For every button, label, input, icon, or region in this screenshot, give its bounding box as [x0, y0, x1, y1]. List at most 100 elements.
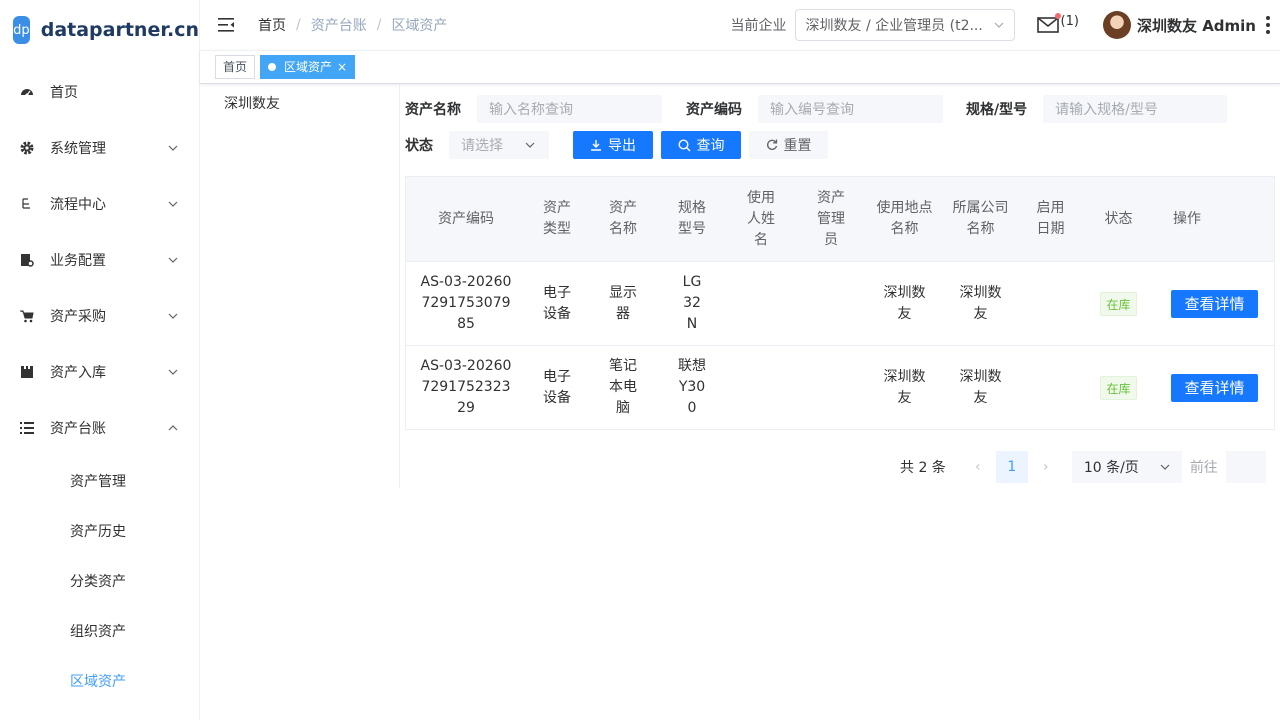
- asset-code-input[interactable]: 输入编号查询: [758, 95, 943, 123]
- chevron-down-icon: [167, 198, 179, 210]
- spec-input[interactable]: 请输入规格/型号: [1043, 95, 1228, 123]
- cell-company: 深圳数友: [959, 284, 1002, 322]
- tags-view: 首页 区域资产 ×: [200, 50, 1280, 84]
- tag-label: 区域资产: [284, 60, 333, 74]
- flow-icon: [20, 197, 34, 211]
- tag-home[interactable]: 首页: [215, 55, 256, 79]
- sidebar-item-label: 资产入库: [50, 365, 106, 381]
- cell-date: [1018, 346, 1083, 429]
- reset-label: 重置: [783, 138, 812, 154]
- user-menu[interactable]: 深圳数友 Admin: [1102, 11, 1256, 39]
- breadcrumb-home[interactable]: 首页: [258, 15, 286, 35]
- export-label: 导出: [608, 138, 636, 154]
- table-row: AS-03-20260729175307985 电子设备 显示器 LG 32N …: [406, 262, 1274, 346]
- sidebar-item-flow[interactable]: 流程中心: [0, 176, 199, 232]
- cell-name: 显示器: [609, 284, 637, 322]
- cell-user: [726, 262, 796, 345]
- active-dot-icon: [268, 63, 277, 71]
- chevron-down-icon: [167, 366, 179, 378]
- col-header: 所属公司名称: [952, 200, 1009, 237]
- col-header: 启用日期: [1036, 200, 1065, 237]
- mail-button[interactable]: (1): [1036, 13, 1079, 33]
- asset-code-label: 资产编码: [686, 102, 742, 118]
- breadcrumb: 首页 / 资产台账 / 区域资产: [258, 15, 447, 35]
- status-badge: 在库: [1100, 291, 1137, 316]
- config-icon: [20, 253, 34, 267]
- gear-icon: [20, 141, 34, 155]
- cell-admin: [796, 262, 866, 345]
- cell-code: AS-03-20260729175232329: [420, 358, 512, 416]
- list-icon: [20, 421, 34, 435]
- chevron-up-icon: [167, 422, 179, 434]
- goto-page-input[interactable]: [1225, 451, 1266, 483]
- sidebar-item-label: 系统管理: [50, 141, 106, 157]
- cell-spec: 联想Y300: [678, 358, 706, 416]
- cell-location: 深圳数友: [883, 284, 926, 322]
- asset-name-label: 资产名称: [405, 102, 461, 118]
- sidebar-item-home[interactable]: 首页: [0, 64, 199, 120]
- search-button[interactable]: 查询: [661, 131, 741, 159]
- col-header: 状态: [1104, 210, 1133, 227]
- close-icon[interactable]: ×: [337, 56, 347, 78]
- breadcrumb-current: 区域资产: [391, 18, 448, 34]
- cell-action: 查看详情: [1154, 346, 1266, 429]
- chevron-down-icon: [994, 22, 1003, 28]
- logo[interactable]: dp datapartner.cn: [0, 0, 199, 60]
- sidebar-item-label: 流程中心: [50, 197, 106, 213]
- cart-icon: [20, 309, 34, 323]
- sidebar-subitem-org-assets[interactable]: 组织资产: [0, 606, 199, 656]
- top-header: 首页 / 资产台账 / 区域资产 当前企业 深圳数友 / 企业管理员 (t2..…: [200, 0, 1280, 50]
- page-size-select[interactable]: 10 条/页: [1071, 451, 1182, 483]
- more-vertical-icon[interactable]: [1266, 16, 1270, 34]
- sidebar-item-inbound[interactable]: 资产入库: [0, 344, 199, 400]
- logo-text: datapartner.cn: [40, 19, 199, 41]
- mail-icon: [1036, 17, 1059, 33]
- cell-date: [1018, 262, 1083, 345]
- view-detail-button[interactable]: 查看详情: [1171, 373, 1258, 402]
- company-select[interactable]: 深圳数友 / 企业管理员 (t2...: [794, 9, 1015, 41]
- cell-type: 电子设备: [543, 368, 571, 406]
- collapse-menu-icon[interactable]: [218, 18, 234, 32]
- sidebar: dp datapartner.cn 首页 系统管理 流程中心 业务配置 资产采购…: [0, 0, 200, 720]
- col-header: 使用人姓名: [747, 189, 775, 248]
- download-icon: [591, 140, 601, 151]
- sidebar-item-ledger[interactable]: 资产台账: [0, 400, 199, 456]
- sidebar-item-system[interactable]: 系统管理: [0, 120, 199, 176]
- search-label: 查询: [696, 138, 725, 154]
- reset-button[interactable]: 重置: [749, 131, 828, 159]
- cell-company: 深圳数友: [959, 368, 1002, 406]
- sidebar-subitem-asset-history[interactable]: 资产历史: [0, 506, 199, 556]
- view-detail-button[interactable]: 查看详情: [1171, 289, 1258, 318]
- avatar: [1102, 11, 1131, 39]
- pagination: 共 2 条 ‹ 1 › 10 条/页 前往: [900, 451, 1266, 483]
- next-page-icon[interactable]: ›: [1034, 459, 1058, 475]
- sidebar-item-config[interactable]: 业务配置: [0, 232, 199, 288]
- col-header: 资产类型: [543, 200, 571, 237]
- pagination-total: 共 2 条: [900, 460, 946, 476]
- status-select[interactable]: 请选择: [449, 131, 549, 159]
- cell-action: 查看详情: [1154, 262, 1266, 345]
- refresh-icon: [766, 139, 777, 150]
- user-name: 深圳数友 Admin: [1136, 16, 1256, 35]
- notification-dot: [1054, 13, 1061, 19]
- sidebar-item-label: 资产台账: [50, 421, 106, 437]
- filter-form: 资产名称 输入名称查询 资产编码 输入编号查询 规格/型号 请输入规格/型号 状…: [405, 95, 1275, 167]
- col-header: 资产编码: [438, 210, 494, 227]
- export-button[interactable]: 导出: [573, 131, 653, 159]
- sidebar-subitem-asset-manage[interactable]: 资产管理: [0, 456, 199, 506]
- sidebar-subitem-category-assets[interactable]: 分类资产: [0, 556, 199, 606]
- chevron-down-icon: [167, 142, 179, 154]
- search-icon: [677, 138, 690, 151]
- cell-code: AS-03-20260729175307985: [420, 274, 512, 332]
- table-row: AS-03-20260729175232329 电子设备 笔记本电脑 联想Y30…: [406, 346, 1274, 430]
- asset-table: 资产编码 资产类型 资产名称 规格型号 使用人姓名 资产管理员 使用地点名称 所…: [405, 176, 1275, 430]
- asset-name-input[interactable]: 输入名称查询: [477, 95, 662, 123]
- tag-region-assets[interactable]: 区域资产 ×: [260, 55, 356, 79]
- sidebar-item-purchase[interactable]: 资产采购: [0, 288, 199, 344]
- cell-type: 电子设备: [543, 284, 571, 322]
- tree-node[interactable]: 深圳数友: [224, 93, 399, 113]
- cell-status: 在库: [1083, 346, 1154, 429]
- prev-page-icon[interactable]: ‹: [966, 459, 990, 475]
- sidebar-subitem-region-assets[interactable]: 区域资产: [0, 656, 199, 706]
- page-number[interactable]: 1: [995, 451, 1028, 483]
